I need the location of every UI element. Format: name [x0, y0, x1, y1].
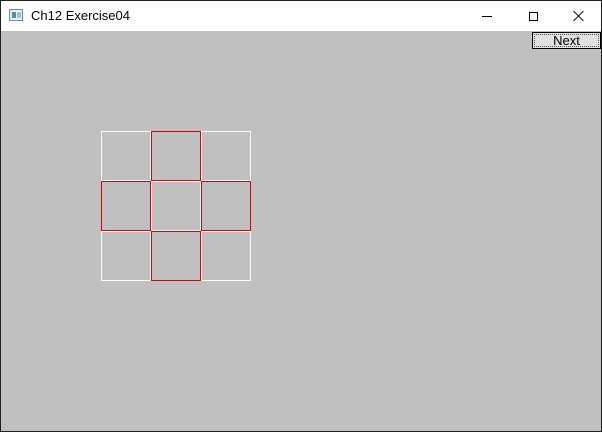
close-icon — [573, 10, 585, 22]
grid-cell — [101, 131, 151, 181]
app-window: Ch12 Exercise04 Next — [0, 0, 602, 432]
grid-cell — [151, 181, 201, 231]
minimize-icon — [482, 15, 492, 17]
title-bar[interactable]: Ch12 Exercise04 — [1, 1, 601, 31]
grid-cell — [151, 131, 201, 181]
grid-cell — [201, 231, 251, 281]
grid-cell — [101, 231, 151, 281]
grid-cell — [201, 181, 251, 231]
maximize-icon — [528, 11, 538, 21]
grid-cell — [201, 131, 251, 181]
maximize-button[interactable] — [510, 1, 556, 31]
square-grid — [101, 131, 252, 282]
grid-cell — [101, 181, 151, 231]
grid-cell — [151, 231, 201, 281]
close-button[interactable] — [556, 1, 601, 31]
window-title: Ch12 Exercise04 — [31, 8, 130, 23]
next-button[interactable]: Next — [532, 32, 601, 49]
app-window-icon — [9, 9, 23, 21]
minimize-button[interactable] — [464, 1, 510, 31]
